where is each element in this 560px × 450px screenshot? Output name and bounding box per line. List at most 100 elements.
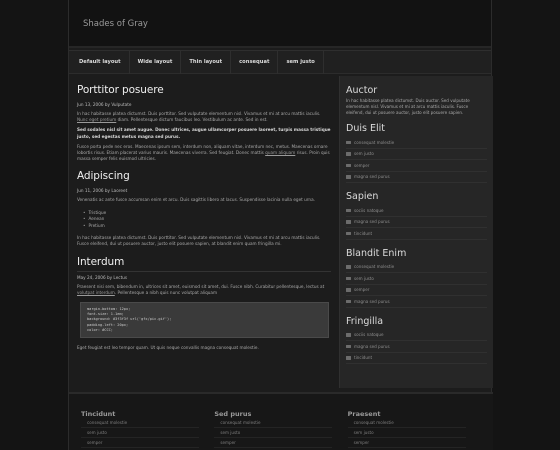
footer-column: Tincidunt consequat molestie sem justo s… [81,394,214,450]
folder-icon [346,265,351,269]
sidebar-link[interactable]: magna sed purus [346,341,487,353]
inline-link[interactable]: quam aliquam [265,150,295,155]
footer-column-title: Sed purus [214,410,252,418]
folder-icon [346,333,351,337]
sidebar-title: Sapien [346,191,379,202]
folder-icon [346,163,351,167]
nav-item-consequat[interactable]: consequat [231,50,279,74]
sidebar-title: Blandit Enim [346,247,407,259]
sidebar-list: sociis natoque magna sed purus tincidunt [346,330,487,364]
sidebar-link[interactable]: tincidunt [346,353,487,364]
inline-link[interactable]: volutpat interdum [77,290,115,295]
code-line: color: #CCC; [87,327,113,332]
inline-link[interactable]: Nunc eget pretium [77,117,116,122]
sidebar-link[interactable]: sociis natoque [346,330,487,341]
footer-column: Praesent consequat molestie sem justo se… [347,394,481,450]
folder-icon [346,152,351,156]
footer-link[interactable]: semper [81,438,199,448]
post-paragraph: In hac habitasse platea dictumst. Duis p… [77,111,331,123]
post-title[interactable]: Interdum [77,256,331,268]
footer-link[interactable]: consequat molestie [214,418,333,428]
sidebar-link[interactable]: sociis natoque [346,205,487,217]
folder-icon [346,288,351,292]
code-block: margin-bottom: 12px; font-size: 1.1em; b… [80,301,329,338]
post: Interdum May 24, 2006 by Lectus Praesent… [77,256,331,352]
paragraph-text: . Pellentesque a nibh quis nunc volutpat… [114,289,218,295]
post-meta: May 24, 2006 by Lectus [77,274,128,280]
sidebar-link-label: magna sed purus [354,174,390,180]
sidebar-link[interactable]: magna sed purus [346,296,487,308]
post-title[interactable]: Porttitor posuere [77,84,331,96]
sidebar-link-label: consequat molestie [354,264,395,270]
sidebar-link[interactable]: consequat molestie [346,137,487,149]
sidebar-list: sociis natoque magna sed purus tincidunt [346,205,487,240]
paragraph-text: Praesent nisi sem, bibendum in, ultrices… [77,283,325,289]
post-paragraph: In hac habitasse platea dictumst. Duis p… [77,235,321,247]
main-nav: Default layout Wide layout Thin layout c… [69,50,491,74]
sidebar-link-label: tincidunt [354,230,373,236]
sidebar-link[interactable]: magna sed purus [346,217,487,228]
sidebar-list: consequat molestie sem justo semper magn… [346,262,487,308]
sidebar-link-label: sociis natoque [354,332,384,338]
footer-link[interactable]: sem justo [347,428,466,438]
folder-icon [346,208,351,212]
folder-icon [346,220,351,224]
folder-icon [346,140,351,144]
sidebar-text: In hac habitasse platea dictumst. Duis a… [346,98,470,115]
nav-item-default-layout[interactable]: Default layout [71,50,130,74]
sidebar-title: Fringilla [346,315,384,327]
folder-icon [346,299,351,303]
divider [77,270,331,272]
paragraph-text: In hac habitasse platea dictumst. Duis p… [77,111,321,116]
sidebar-link[interactable]: tincidunt [346,228,487,240]
footer-link[interactable]: consequat molestie [347,418,466,428]
footer-column-title: Tincidunt [81,410,116,418]
sidebar-link-label: semper [354,162,370,168]
site-title[interactable]: Shades of Gray [83,19,148,29]
sidebar-link-label: magna sed purus [354,298,390,304]
post-paragraph: Fusce porta pede nec eros. Maecenas ipsu… [77,144,331,163]
sidebar-list: consequat molestie sem justo semper magn… [346,137,487,183]
post-meta: Jun 11, 2006 by Laoreet [77,188,128,194]
paragraph-text: diam. Pellentesque dictum faucibus leo. … [116,117,268,123]
sidebar-link[interactable]: semper [346,285,487,296]
main-content: Porttitor posuere Jun 13, 2006 by Vulput… [69,76,339,392]
post-paragraph-bold: Sed sodales nisl sit amet augue. Donec u… [77,127,331,139]
sidebar-link-label: magna sed purus [354,343,390,349]
folder-icon [346,356,351,360]
post-paragraph: Praesent nisi sem, bibendum in, ultrices… [77,284,331,296]
post-paragraph: Eget feugiat est leo tempor quam. Ut qui… [77,344,259,350]
nav-item-sem-justo[interactable]: sem justo [278,50,324,74]
sidebar-link-label: sem justo [354,275,374,281]
footer: Tincidunt consequat molestie sem justo s… [69,392,493,450]
nav-item-wide-layout[interactable]: Wide layout [130,50,182,74]
footer-link[interactable]: sem justo [81,428,199,438]
post-paragraph: Venenatis ac ante fusce accumsan enim et… [77,197,315,203]
sidebar-link[interactable]: magna sed purus [346,172,487,183]
footer-link[interactable]: consequat molestie [81,418,199,428]
sidebar-link-label: sociis natoque [354,207,384,213]
sidebar-link[interactable]: sem justo [346,149,487,160]
sidebar-link[interactable]: sem justo [346,273,487,285]
footer-link[interactable]: semper [214,438,333,448]
footer-column: Sed purus consequat molestie sem justo s… [214,394,347,450]
footer-link[interactable]: semper [347,438,466,448]
post: Porttitor posuere Jun 13, 2006 by Vulput… [77,84,331,162]
nav-item-thin-layout[interactable]: Thin layout [181,50,232,74]
footer-column-title: Praesent [347,410,381,418]
post: Adipiscing Jun 11, 2006 by Laoreet Venen… [77,170,331,247]
sidebar-link[interactable]: semper [346,160,487,172]
header: Shades of Gray [69,0,491,48]
folder-icon [346,344,351,348]
sidebar-title: Duis Elit [346,123,385,134]
post-list: Tristique Aenean Pretium [77,210,331,230]
sidebar-link-label: consequat molestie [354,139,395,145]
sidebar-link-label: tincidunt [354,355,373,361]
sidebar-link[interactable]: consequat molestie [346,262,487,273]
sidebar-link-label: semper [354,287,370,293]
sidebar-link-label: magna sed purus [354,219,390,225]
post-title[interactable]: Adipiscing [77,170,331,182]
post-meta: Jun 13, 2006 by Vulputate [77,102,132,107]
footer-link[interactable]: sem justo [214,428,333,438]
page-wrapper: Shades of Gray Default layout Wide layou… [68,0,493,450]
